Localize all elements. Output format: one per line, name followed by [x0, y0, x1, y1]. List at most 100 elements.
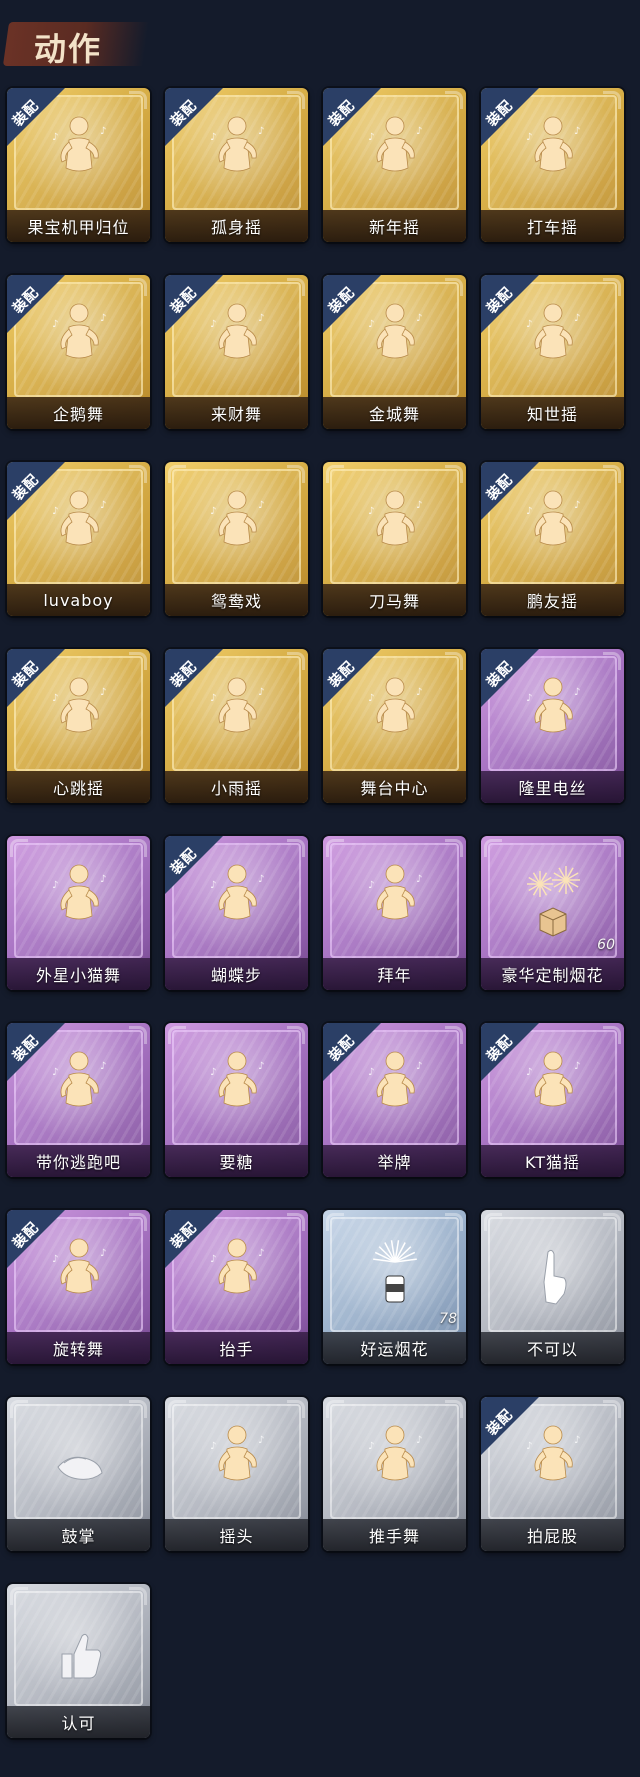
emote-label: 鼓掌 — [61, 1527, 96, 1546]
emote-card[interactable]: ♪ ♪ 鸳鸯戏 — [165, 462, 308, 616]
emote-card[interactable]: ♪ ♪ 来财舞 装配 — [165, 275, 308, 429]
emote-card[interactable]: ♪ ♪ 刀马舞 — [323, 462, 466, 616]
svg-text:♪: ♪ — [526, 506, 532, 517]
svg-text:♪: ♪ — [258, 313, 264, 324]
dance-figure-icon: ♪ ♪ — [360, 110, 430, 194]
emote-card[interactable]: ♪ ♪ 隆里电丝 装配 — [481, 649, 624, 803]
dance-figure-icon: ♪ ♪ — [202, 297, 272, 381]
frame-ornament — [326, 1213, 344, 1231]
emote-card[interactable]: ♪ ♪ luvaboy 装配 — [7, 462, 150, 616]
emote-card[interactable]: 60 豪华定制烟花 — [481, 836, 624, 990]
svg-text:♪: ♪ — [210, 880, 216, 891]
emote-card[interactable]: ♪ ♪ 企鹅舞 装配 — [7, 275, 150, 429]
svg-text:♪: ♪ — [100, 874, 106, 885]
emote-card[interactable]: ♪ ♪ 拍屁股 装配 — [481, 1397, 624, 1551]
emote-card[interactable]: ♪ ♪ 鹏友摇 装配 — [481, 462, 624, 616]
emote-label: 旋转舞 — [52, 1340, 104, 1359]
frame-ornament — [484, 1213, 502, 1231]
emote-label: luvaboy — [43, 590, 114, 610]
frame-ornament — [484, 839, 502, 857]
svg-text:♪: ♪ — [526, 693, 532, 704]
svg-text:♪: ♪ — [100, 313, 106, 324]
frame-ornament — [10, 1400, 28, 1418]
label-bar: 蝴蝶步 — [165, 958, 308, 990]
svg-text:♪: ♪ — [52, 319, 58, 330]
emote-label: 好运烟花 — [360, 1340, 429, 1359]
emote-card[interactable]: ♪ ♪ 推手舞 — [323, 1397, 466, 1551]
emote-card[interactable]: ♪ ♪ 外星小猫舞 — [7, 836, 150, 990]
svg-text:♪: ♪ — [258, 687, 264, 698]
push-hands-figure-icon: ♪ ♪ — [360, 1419, 430, 1503]
emote-label: 舞台中心 — [360, 779, 429, 798]
emote-card[interactable]: 78 好运烟花 — [323, 1210, 466, 1364]
label-bar: 心跳摇 — [7, 771, 150, 803]
svg-text:♪: ♪ — [416, 500, 422, 511]
emote-card[interactable]: ♪ ♪ 心跳摇 装配 — [7, 649, 150, 803]
svg-text:♪: ♪ — [416, 687, 422, 698]
emote-label: 果宝机甲归位 — [27, 218, 130, 237]
dance-figure-icon: ♪ ♪ — [202, 858, 272, 942]
frame-ornament — [603, 652, 621, 670]
emote-card[interactable]: ♪ ♪ 抬手 装配 — [165, 1210, 308, 1364]
frame-ornament — [287, 465, 305, 483]
label-bar: KT猫摇 — [481, 1145, 624, 1177]
dance-figure-icon: ♪ ♪ — [518, 1045, 588, 1129]
label-bar: 带你逃跑吧 — [7, 1145, 150, 1177]
emote-card[interactable]: ♪ ♪ 举牌 装配 — [323, 1023, 466, 1177]
emote-card[interactable]: ♪ ♪ 拜年 — [323, 836, 466, 990]
label-bar: 果宝机甲归位 — [7, 210, 150, 242]
emote-card[interactable]: ♪ ♪ 带你逃跑吧 装配 — [7, 1023, 150, 1177]
spin-figure-icon: ♪ ♪ — [44, 1232, 114, 1316]
label-bar: 企鹅舞 — [7, 397, 150, 429]
emote-label: 认可 — [61, 1714, 96, 1733]
label-bar: 豪华定制烟花 — [481, 958, 624, 990]
svg-text:♪: ♪ — [368, 1067, 374, 1078]
emote-card[interactable]: ♪ ♪ 新年摇 装配 — [323, 88, 466, 242]
svg-text:♪: ♪ — [100, 1061, 106, 1072]
emote-card[interactable]: ♪ ♪ 摇头 — [165, 1397, 308, 1551]
frame-ornament — [10, 839, 28, 857]
label-bar: 摇头 — [165, 1519, 308, 1551]
emote-card[interactable]: ♪ ♪ 蝴蝶步 装配 — [165, 836, 308, 990]
emote-card[interactable]: ♪ ♪ 旋转舞 装配 — [7, 1210, 150, 1364]
emote-card[interactable]: ♪ ♪ 果宝机甲归位 装配 — [7, 88, 150, 242]
dance-figure-icon: ♪ ♪ — [518, 484, 588, 568]
emote-card[interactable]: ♪ ♪ 金城舞 装配 — [323, 275, 466, 429]
emote-label: 不可以 — [526, 1340, 578, 1359]
emote-card[interactable]: ♪ ♪ 小雨摇 装配 — [165, 649, 308, 803]
sign-figure-icon: ♪ ♪ — [360, 1045, 430, 1129]
svg-text:♪: ♪ — [416, 126, 422, 137]
thumbs-up-icon — [44, 1606, 114, 1690]
emote-card[interactable]: ♪ ♪ 要糖 — [165, 1023, 308, 1177]
svg-text:♪: ♪ — [100, 126, 106, 137]
frame-ornament — [445, 91, 463, 109]
frame-ornament — [603, 1400, 621, 1418]
emote-card[interactable]: 鼓掌 — [7, 1397, 150, 1551]
svg-text:♪: ♪ — [368, 693, 374, 704]
butt-slap-figure-icon: ♪ ♪ — [518, 1419, 588, 1503]
emote-card[interactable]: ♪ ♪ 知世摇 装配 — [481, 275, 624, 429]
label-bar: 鸳鸯戏 — [165, 584, 308, 616]
svg-text:♪: ♪ — [210, 319, 216, 330]
emote-card[interactable]: 不可以 — [481, 1210, 624, 1364]
svg-text:♪: ♪ — [416, 313, 422, 324]
svg-text:♪: ♪ — [258, 1435, 264, 1446]
frame-ornament — [129, 278, 147, 296]
svg-text:♪: ♪ — [574, 500, 580, 511]
svg-text:♪: ♪ — [258, 126, 264, 137]
emote-card[interactable]: ♪ ♪ 打车摇 装配 — [481, 88, 624, 242]
dance-figure-icon: ♪ ♪ — [44, 858, 114, 942]
emote-label: 摇头 — [219, 1527, 254, 1546]
emote-card[interactable]: ♪ ♪ 舞台中心 装配 — [323, 649, 466, 803]
svg-text:♪: ♪ — [368, 1441, 374, 1452]
emote-card[interactable]: ♪ ♪ KT猫摇 装配 — [481, 1023, 624, 1177]
dance-figure-icon: ♪ ♪ — [518, 110, 588, 194]
emote-card[interactable]: ♪ ♪ 孤身摇 装配 — [165, 88, 308, 242]
label-bar: 好运烟花 — [323, 1332, 466, 1364]
emote-label: 知世摇 — [526, 405, 578, 424]
svg-text:♪: ♪ — [416, 1061, 422, 1072]
dance-figure-icon: ♪ ♪ — [518, 297, 588, 381]
frame-ornament — [129, 1026, 147, 1044]
frame-ornament — [445, 278, 463, 296]
emote-card[interactable]: 认可 — [7, 1584, 150, 1738]
